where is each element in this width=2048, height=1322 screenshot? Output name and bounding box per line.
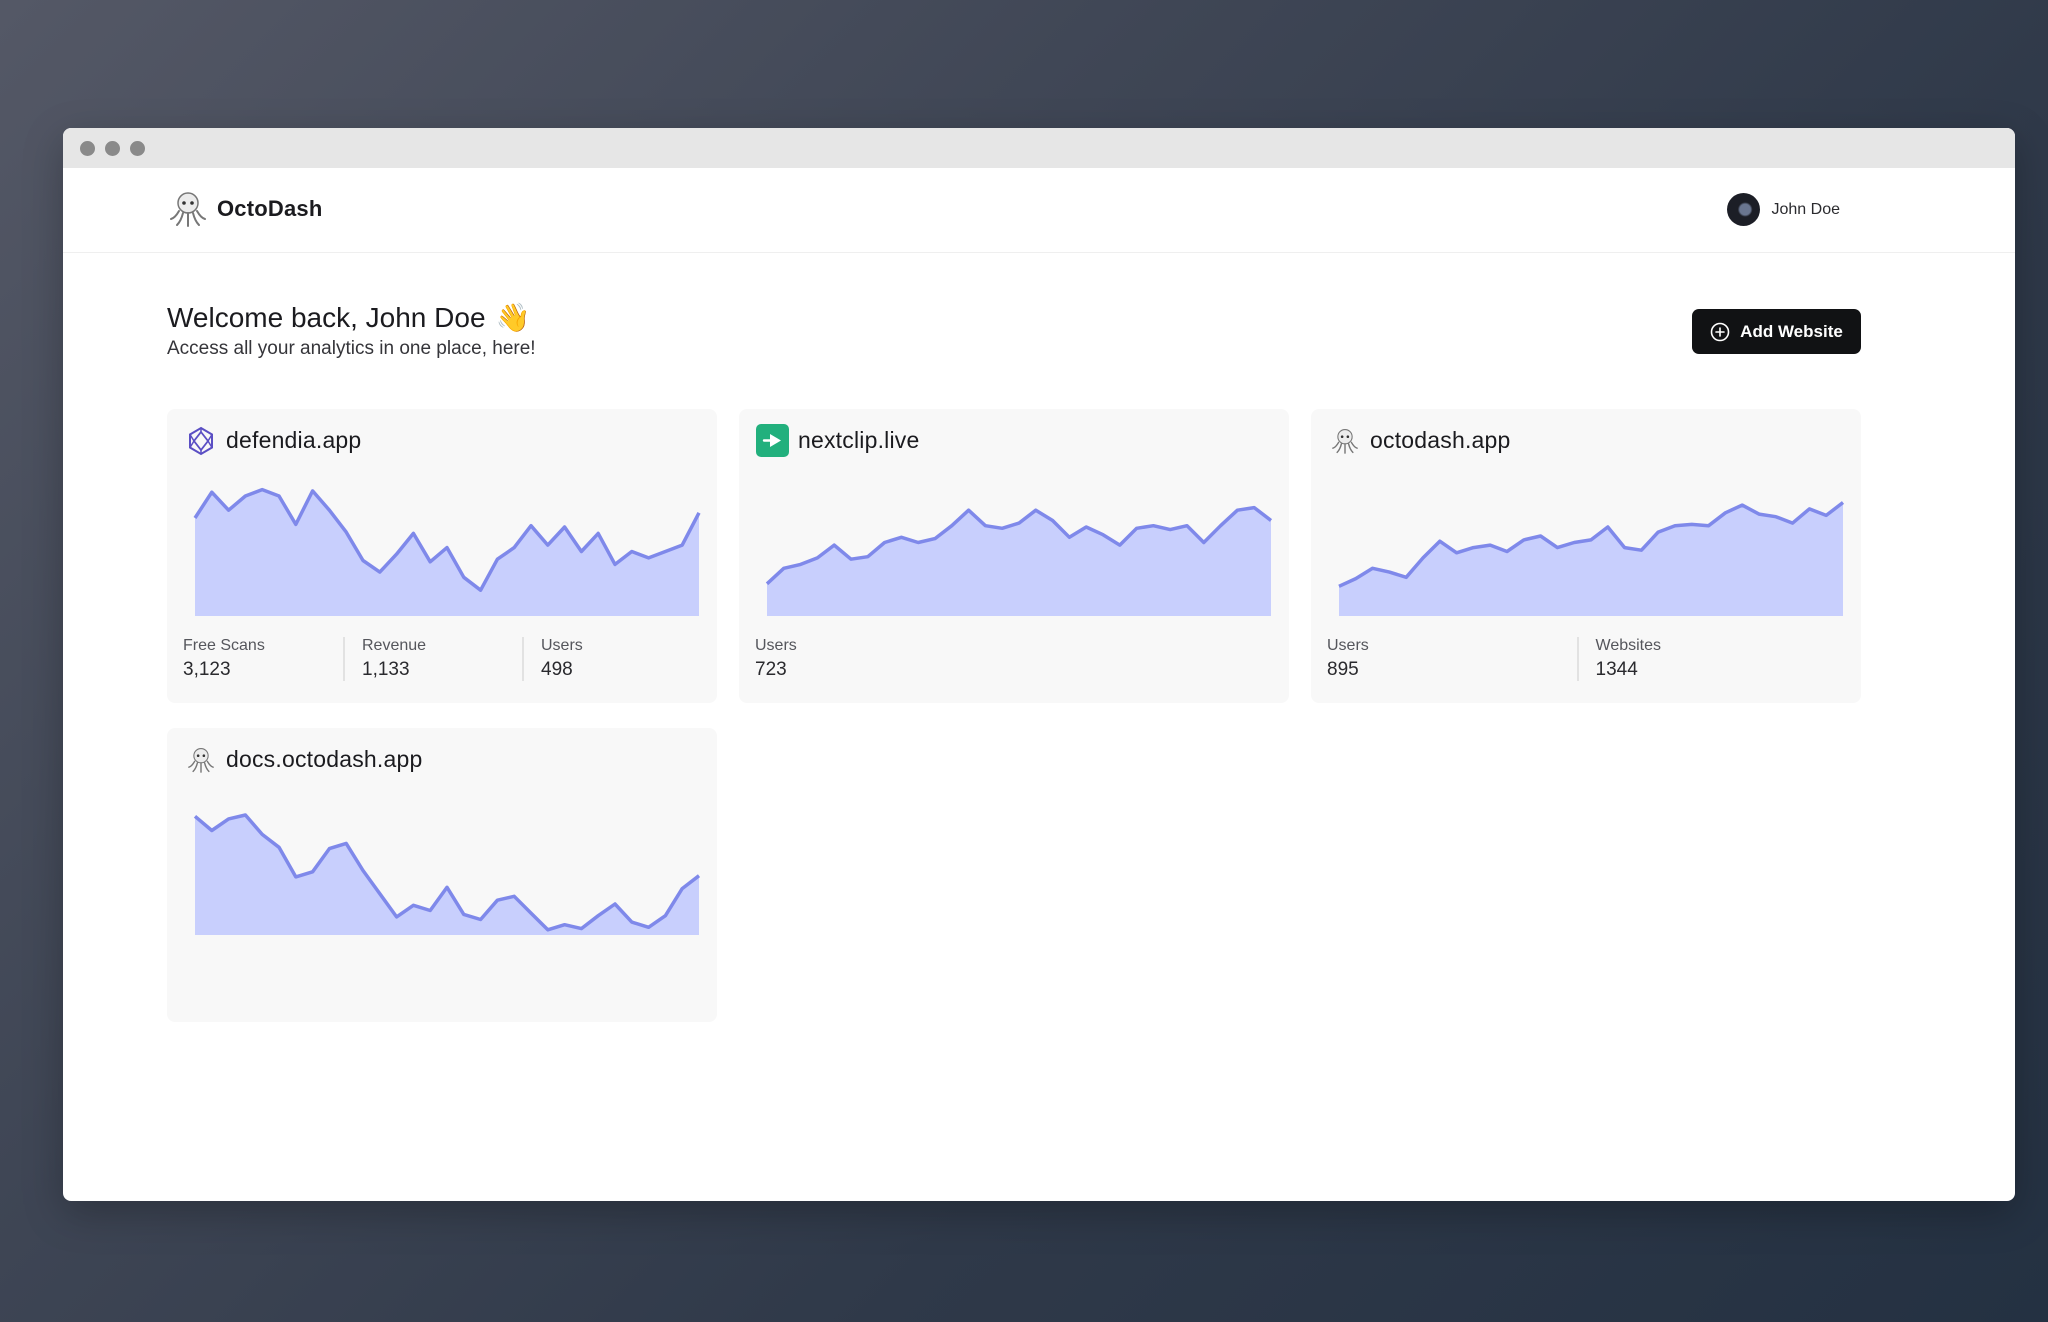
stat-label: Users	[755, 637, 797, 654]
sparkline-area	[195, 489, 699, 616]
stat-value: 723	[755, 659, 787, 680]
octopus-logo-icon	[170, 192, 206, 227]
stat-value: 895	[1327, 659, 1359, 680]
site-stats: Users 723	[755, 637, 1273, 681]
browser-window: OctoDash John Doe Welcome back, John Doe…	[63, 128, 2015, 1201]
stat-users: Users 498	[522, 637, 701, 681]
stat-label: Free Scans	[183, 637, 265, 654]
sparkline-area	[195, 815, 699, 935]
brand[interactable]: OctoDash	[167, 188, 323, 230]
sparkline-chart	[1338, 501, 1845, 616]
stat-users: Users 723	[755, 637, 1273, 681]
add-website-button[interactable]: Add Website	[1692, 309, 1861, 354]
stat-value: 498	[541, 659, 573, 680]
waving-hand-icon: 👋	[495, 302, 531, 333]
window-maximize-dot[interactable]	[130, 140, 145, 156]
stat-value: 1,133	[362, 659, 410, 680]
window-close-dot[interactable]	[80, 140, 95, 156]
sparkline-chart	[765, 505, 1273, 616]
stat-value: 1344	[1595, 659, 1638, 680]
user-name: John Doe	[1771, 200, 1841, 218]
welcome-title-text: Welcome back, John Doe	[167, 301, 486, 333]
site-card-defendia[interactable]: defendia.app Free Scans 3,123 Revenue 1,…	[167, 409, 717, 703]
stat-label: Users	[541, 637, 583, 654]
stat-free-scans: Free Scans 3,123	[183, 637, 343, 681]
sparkline-chart	[193, 813, 701, 935]
plus-circle-icon	[1710, 322, 1730, 341]
brand-name: OctoDash	[217, 196, 323, 221]
window-minimize-dot[interactable]	[105, 140, 120, 156]
site-card-nextclip[interactable]: nextclip.live Users 723	[739, 409, 1289, 703]
window-titlebar	[63, 128, 2015, 168]
stat-label: Users	[1327, 637, 1369, 654]
stat-revenue: Revenue 1,133	[343, 637, 522, 681]
sparkline-area	[1339, 502, 1843, 616]
page-title: Welcome back, John Doe 👋	[167, 301, 530, 334]
stat-websites: Websites 1344	[1576, 637, 1846, 681]
site-stats: Users 895 Websites 1344	[1327, 637, 1845, 681]
stat-value: 3,123	[183, 659, 231, 680]
page-subtitle: Access all your analytics in one place, …	[167, 338, 536, 359]
add-website-label: Add Website	[1740, 321, 1843, 341]
stat-label: Revenue	[362, 637, 427, 654]
avatar[interactable]	[1726, 193, 1760, 226]
stat-label: Websites	[1595, 637, 1662, 654]
sparkline-chart	[193, 487, 701, 616]
top-navbar: OctoDash John Doe	[63, 168, 2015, 253]
stat-users: Users 895	[1327, 637, 1577, 681]
site-card-docs-octodash[interactable]: docs.octodash.app	[167, 728, 717, 1022]
site-card-octodash[interactable]: octodash.app Users 895 Websites 1344	[1311, 409, 1861, 703]
site-stats: Free Scans 3,123 Revenue 1,133 Users 498	[183, 637, 701, 681]
user-menu[interactable]: John Doe	[1726, 193, 1841, 226]
